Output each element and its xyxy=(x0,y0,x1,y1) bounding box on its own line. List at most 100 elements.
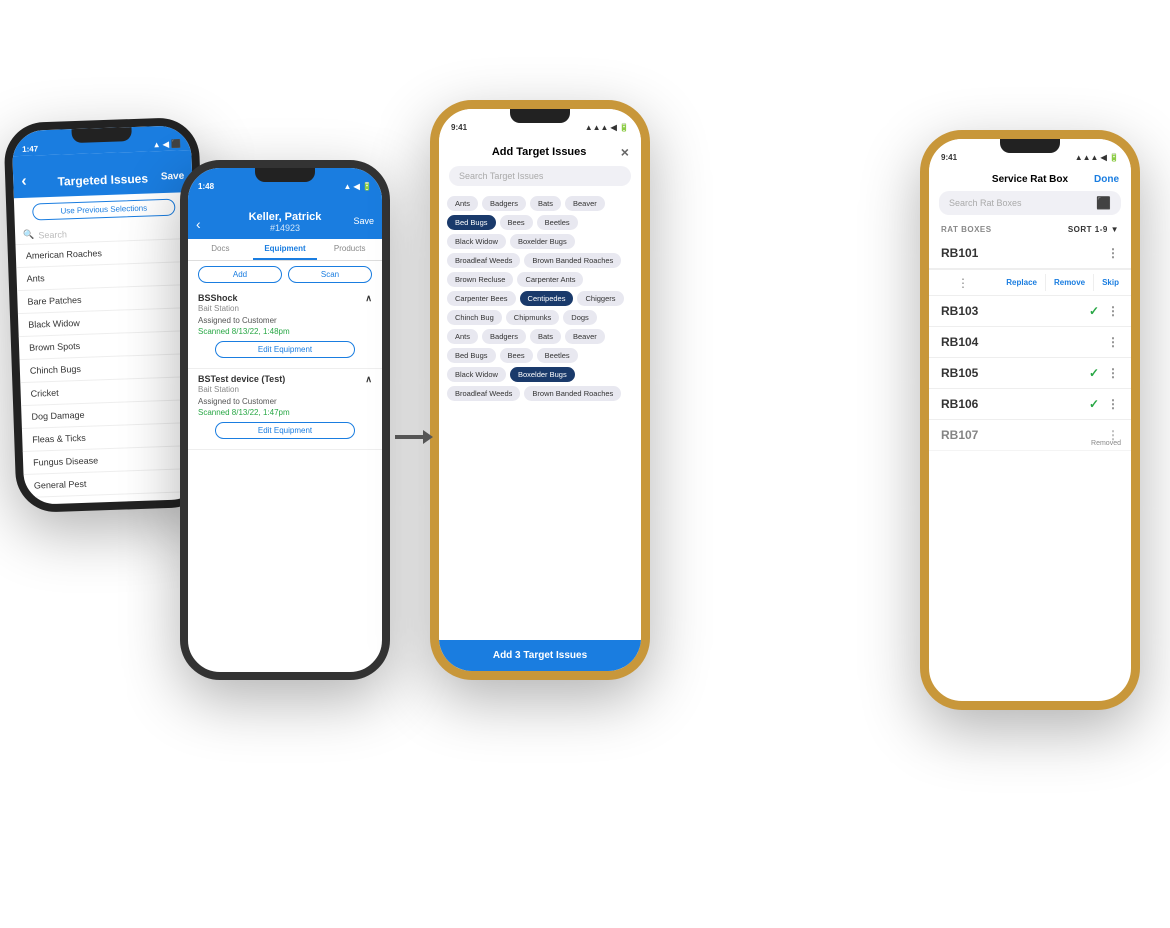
p4-done-btn[interactable]: Done xyxy=(1094,174,1119,185)
tag-broadleaf-weeds[interactable]: Broadleaf Weeds xyxy=(447,253,520,268)
tag-brown-recluse[interactable]: Brown Recluse xyxy=(447,272,513,287)
p1-signal: ▲ ◀ ⬛ xyxy=(152,139,181,149)
notch-4 xyxy=(1000,139,1060,153)
tag-chipmunks[interactable]: Chipmunks xyxy=(506,310,560,325)
list-item[interactable]: General Pest xyxy=(24,469,204,498)
context-menu-row: ⋮ Replace Remove Skip xyxy=(929,269,1131,296)
equipment-1-collapse[interactable]: ∧ xyxy=(365,293,372,304)
ctx-skip-btn[interactable]: Skip xyxy=(1094,274,1127,291)
tag-row-8: Ants Badgers Bats Beaver xyxy=(447,329,633,344)
p1-search-text: Search xyxy=(38,229,67,240)
p4-sort-label[interactable]: SORT 1-9 ▼ xyxy=(1068,225,1119,234)
tag-bees-2[interactable]: Bees xyxy=(500,348,533,363)
p3-close-btn[interactable]: × xyxy=(621,144,629,160)
p3-search-placeholder: Search Target Issues xyxy=(459,171,543,181)
p2-add-btn[interactable]: Add xyxy=(198,266,282,283)
p1-save-btn[interactable]: Save xyxy=(161,171,185,183)
rb104-more-btn[interactable]: ⋮ xyxy=(1107,335,1119,349)
tag-black-widow-2[interactable]: Black Widow xyxy=(447,367,506,382)
tag-beaver[interactable]: Beaver xyxy=(565,196,605,211)
p1-prev-btn[interactable]: Use Previous Selections xyxy=(32,199,176,221)
tag-bats[interactable]: Bats xyxy=(530,196,561,211)
p1-back-btn[interactable]: ‹ xyxy=(21,173,27,191)
equipment-2-assigned: Assigned to Customer xyxy=(198,397,372,406)
rb101-more-btn[interactable]: ⋮ xyxy=(1107,246,1119,260)
equipment-1-scanned: Scanned 8/13/22, 1:48pm xyxy=(198,327,372,336)
tag-brown-banded-roaches-2[interactable]: Brown Banded Roaches xyxy=(524,386,621,401)
equipment-1-edit-btn[interactable]: Edit Equipment xyxy=(215,341,354,358)
p4-signal: ▲▲▲ ◀ 🔋 xyxy=(1075,153,1119,162)
p2-scan-btn[interactable]: Scan xyxy=(288,266,372,283)
equipment-2-edit-btn[interactable]: Edit Equipment xyxy=(215,422,354,439)
p4-spacer: Done xyxy=(941,174,966,185)
list-item-rb106[interactable]: RB106 ✓ ⋮ xyxy=(929,389,1131,420)
list-item-rb104[interactable]: RB104 ⋮ xyxy=(929,327,1131,358)
p3-signal: ▲▲▲ ◀ 🔋 xyxy=(585,123,629,132)
scan-icon[interactable]: ⬛ xyxy=(1096,196,1111,210)
notch-2 xyxy=(255,168,315,182)
equipment-item-2: BSTest device (Test) ∧ Bait Station Assi… xyxy=(188,369,382,450)
tag-ants-2[interactable]: Ants xyxy=(447,329,478,344)
tag-row-10: Black Widow Boxelder Bugs xyxy=(447,367,633,382)
tag-bed-bugs-2[interactable]: Bed Bugs xyxy=(447,348,496,363)
tag-dogs[interactable]: Dogs xyxy=(563,310,597,325)
rb106-label: RB106 xyxy=(941,397,978,411)
rb105-more-btn[interactable]: ⋮ xyxy=(1107,366,1119,380)
p4-search-bar[interactable]: Search Rat Boxes ⬛ xyxy=(939,191,1121,215)
list-item-rb105[interactable]: RB105 ✓ ⋮ xyxy=(929,358,1131,389)
tag-beaver-2[interactable]: Beaver xyxy=(565,329,605,344)
p1-header: ‹ Targeted Issues Save xyxy=(12,150,192,198)
tag-row-5: Brown Recluse Carpenter Ants xyxy=(447,272,633,287)
list-item-rb101[interactable]: RB101 ⋮ xyxy=(929,238,1131,269)
tag-row-2: Bed Bugs Bees Beetles xyxy=(447,215,633,230)
phone-add-target-issues: 9:41 ▲▲▲ ◀ 🔋 × Add Target Issues × Searc… xyxy=(430,100,650,680)
equipment-1-type: Bait Station xyxy=(198,304,372,313)
ctx-replace-btn[interactable]: Replace xyxy=(998,274,1046,291)
tag-carpenter-ants[interactable]: Carpenter Ants xyxy=(517,272,583,287)
tag-bed-bugs[interactable]: Bed Bugs xyxy=(447,215,496,230)
ctx-remove-btn[interactable]: Remove xyxy=(1046,274,1094,291)
tag-bats-2[interactable]: Bats xyxy=(530,329,561,344)
tag-brown-banded-roaches[interactable]: Brown Banded Roaches xyxy=(524,253,621,268)
rb106-more-btn[interactable]: ⋮ xyxy=(1107,397,1119,411)
tag-beetles-2[interactable]: Beetles xyxy=(537,348,578,363)
tag-black-widow[interactable]: Black Widow xyxy=(447,234,506,249)
p4-title: Service Rat Box xyxy=(992,174,1068,185)
tag-bees[interactable]: Bees xyxy=(500,215,533,230)
p3-spacer: × xyxy=(451,146,457,158)
tab-products[interactable]: Products xyxy=(317,239,382,260)
equipment-2-scanned: Scanned 8/13/22, 1:47pm xyxy=(198,408,372,417)
tab-equipment[interactable]: Equipment xyxy=(253,239,318,260)
phone-equipment: 1:48 ▲ ◀ 🔋 ‹ Keller, Patrick #14923 Save… xyxy=(180,160,390,680)
tag-carpenter-bees[interactable]: Carpenter Bees xyxy=(447,291,516,306)
tag-chiggers[interactable]: Chiggers xyxy=(577,291,623,306)
tag-chinch-bug[interactable]: Chinch Bug xyxy=(447,310,502,325)
tag-row-6: Carpenter Bees Centipedes Chiggers xyxy=(447,291,633,306)
notch-1 xyxy=(71,127,131,143)
p2-signal: ▲ ◀ 🔋 xyxy=(344,182,372,191)
tag-beetles[interactable]: Beetles xyxy=(537,215,578,230)
p3-search-bar[interactable]: Search Target Issues xyxy=(449,166,631,186)
tag-badgers-2[interactable]: Badgers xyxy=(482,329,526,344)
tag-badgers[interactable]: Badgers xyxy=(482,196,526,211)
p1-time: 1:47 xyxy=(22,144,38,154)
tab-docs[interactable]: Docs xyxy=(188,239,253,260)
tag-ants[interactable]: Ants xyxy=(447,196,478,211)
list-item-rb103[interactable]: RB103 ✓ ⋮ xyxy=(929,296,1131,327)
tag-boxelder-bugs[interactable]: Boxelder Bugs xyxy=(510,234,575,249)
p2-save-btn[interactable]: Save xyxy=(353,216,374,226)
tag-row-7: Chinch Bug Chipmunks Dogs xyxy=(447,310,633,325)
p2-tabs: Docs Equipment Products xyxy=(188,239,382,261)
rb103-more-btn[interactable]: ⋮ xyxy=(1107,304,1119,318)
tag-boxelder-bugs-2[interactable]: Boxelder Bugs xyxy=(510,367,575,382)
rb105-check-icon: ✓ xyxy=(1089,366,1099,380)
p1-list: American Roaches Ants Bare Patches Black… xyxy=(16,239,204,498)
p2-time: 1:48 xyxy=(198,182,214,191)
p3-add-target-btn[interactable]: Add 3 Target Issues xyxy=(439,640,641,671)
equipment-2-collapse[interactable]: ∧ xyxy=(365,374,372,385)
ctx-dots[interactable]: ⋮ xyxy=(957,274,969,292)
rb103-label: RB103 xyxy=(941,304,978,318)
scene: 1:47 ▲ ◀ ⬛ ‹ Targeted Issues Save Use Pr… xyxy=(0,0,1170,928)
tag-centipedes[interactable]: Centipedes xyxy=(520,291,574,306)
tag-broadleaf-weeds-2[interactable]: Broadleaf Weeds xyxy=(447,386,520,401)
